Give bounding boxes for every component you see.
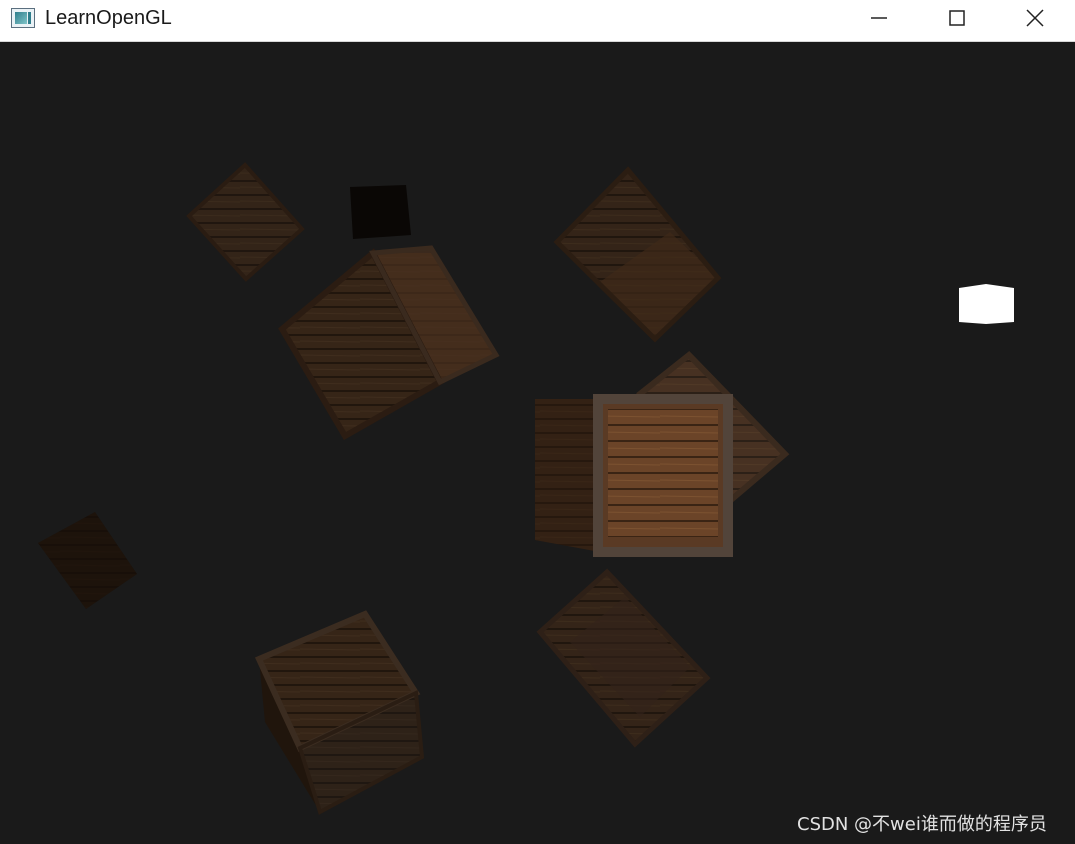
- app-window: LearnOpenGL CSDN @不wei谁而做的程序员: [0, 0, 1075, 844]
- opengl-app-icon: [11, 8, 35, 28]
- watermark-text: CSDN @不wei谁而做的程序员: [797, 814, 1047, 835]
- minimize-button[interactable]: [850, 0, 908, 36]
- crate: [278, 245, 500, 441]
- crate: [536, 568, 711, 748]
- crate: [535, 394, 733, 557]
- maximize-button[interactable]: [928, 0, 986, 36]
- crate: [553, 166, 722, 343]
- light-source-cube: [959, 284, 1014, 324]
- window-title: LearnOpenGL: [45, 7, 172, 29]
- close-button[interactable]: [1006, 0, 1064, 36]
- rendered-scene: [38, 162, 1014, 815]
- crate: [38, 512, 137, 609]
- title-bar[interactable]: LearnOpenGL: [0, 0, 1075, 42]
- minimize-icon: [871, 17, 887, 19]
- close-icon: [1026, 9, 1044, 27]
- maximize-icon: [949, 10, 965, 26]
- opengl-viewport[interactable]: CSDN @不wei谁而做的程序员: [0, 42, 1075, 844]
- crate: [186, 162, 305, 282]
- crate: [254, 610, 425, 815]
- crate: [350, 185, 411, 239]
